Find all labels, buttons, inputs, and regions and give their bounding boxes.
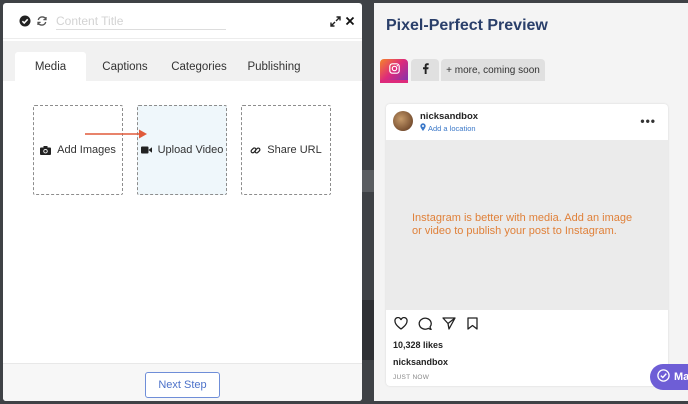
preview-title: Pixel-Perfect Preview: [386, 17, 548, 34]
upload-video-button[interactable]: Upload Video: [137, 105, 227, 195]
add-images-label: Add Images: [57, 144, 116, 156]
add-location-label: Add a location: [428, 123, 476, 133]
expand-icon[interactable]: [329, 15, 341, 27]
more-options-icon[interactable]: •••: [640, 114, 656, 128]
editor-header: [3, 3, 362, 39]
editor-footer: Next Step: [3, 363, 362, 401]
comment-icon[interactable]: [418, 317, 433, 335]
share-icon[interactable]: [442, 317, 456, 335]
post-actions: [394, 316, 478, 335]
tab-captions[interactable]: Captions: [91, 52, 159, 81]
add-location-link[interactable]: Add a location: [420, 123, 476, 133]
heart-icon[interactable]: [394, 316, 408, 335]
tab-more-coming-soon: + more, coming soon: [441, 59, 545, 81]
backdrop-strip: [362, 300, 374, 360]
preview-panel: Pixel-Perfect Preview + more, coming soo…: [374, 3, 688, 401]
close-icon[interactable]: [344, 15, 356, 27]
editor-tabbar: Media Captions Categories Publishing: [3, 41, 362, 81]
instagram-tab-indicator: [380, 80, 408, 83]
camera-icon: [40, 145, 52, 155]
fab-label: Ma: [674, 371, 688, 383]
next-step-button[interactable]: Next Step: [145, 372, 220, 398]
tab-categories[interactable]: Categories: [163, 52, 235, 81]
instagram-icon: [388, 61, 400, 79]
check-badge-icon: [657, 369, 670, 385]
bookmark-icon[interactable]: [467, 317, 478, 335]
link-icon: [250, 145, 261, 156]
tab-instagram[interactable]: [380, 59, 408, 81]
content-editor-modal: Media Captions Categories Publishing Add…: [3, 3, 362, 401]
post-media-placeholder: Instagram is better with media. Add an i…: [386, 140, 668, 310]
tab-publishing[interactable]: Publishing: [239, 52, 309, 81]
add-images-button[interactable]: Add Images: [33, 105, 123, 195]
check-circle-icon[interactable]: [19, 15, 31, 27]
caption-username: nicksandbox: [393, 357, 449, 367]
upload-video-label: Upload Video: [157, 144, 224, 156]
post-timestamp: JUST NOW: [393, 374, 430, 381]
share-url-button[interactable]: Share URL: [241, 105, 331, 195]
instagram-post-preview: nicksandbox Add a location ••• Instagram…: [386, 104, 668, 386]
floating-action-button[interactable]: Ma: [650, 364, 688, 390]
refresh-icon[interactable]: [36, 15, 48, 27]
avatar: [393, 111, 413, 131]
backdrop-strip: [362, 170, 374, 192]
likes-count: 10,328 likes: [393, 340, 444, 350]
facebook-icon: [422, 61, 429, 79]
media-missing-message: Instagram is better with media. Add an i…: [412, 211, 633, 237]
red-arrow-annotation: [85, 129, 147, 139]
share-url-label: Share URL: [267, 144, 322, 156]
video-icon: [140, 146, 152, 154]
tab-facebook[interactable]: [411, 59, 439, 81]
content-title-input[interactable]: [56, 13, 226, 30]
tab-media[interactable]: Media: [15, 52, 86, 81]
location-pin-icon: [420, 123, 426, 133]
post-username: nicksandbox: [420, 111, 479, 122]
